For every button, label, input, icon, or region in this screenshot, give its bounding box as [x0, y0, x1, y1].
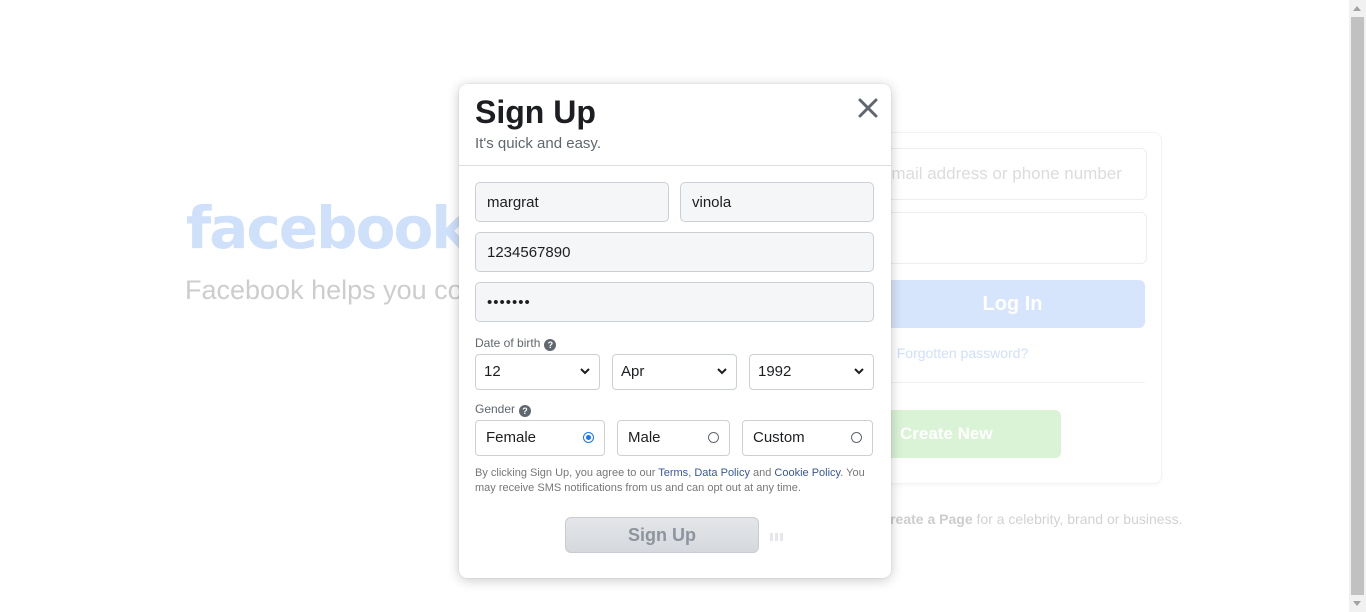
- loading-spinner-icon: [770, 533, 783, 541]
- terms-text: By clicking Sign Up, you agree to our Te…: [475, 466, 875, 496]
- create-page-link[interactable]: Create a Page: [880, 511, 973, 527]
- create-account-button[interactable]: Create New Account: [880, 410, 1061, 458]
- chevron-down-icon: [854, 368, 864, 375]
- data-policy-link[interactable]: Data Policy: [694, 467, 750, 479]
- chevron-down-icon: [580, 368, 590, 375]
- dob-year-select[interactable]: 1992: [749, 354, 874, 390]
- facebook-logo: facebook: [186, 194, 470, 262]
- tagline: Facebook helps you connect and share wit…: [185, 275, 485, 305]
- gender-option-label: Custom: [753, 429, 805, 446]
- radio-icon[interactable]: [708, 432, 719, 443]
- scroll-up-arrow-icon[interactable]: [1353, 6, 1361, 11]
- gender-option-custom[interactable]: Custom: [742, 420, 873, 456]
- modal-subtitle: It's quick and easy.: [475, 135, 601, 152]
- radio-icon[interactable]: [851, 432, 862, 443]
- terms-intro: By clicking Sign Up, you agree to our: [475, 467, 659, 479]
- gender-label: Gender?: [475, 402, 532, 417]
- surname-input[interactable]: [680, 182, 874, 222]
- close-icon[interactable]: [856, 96, 880, 120]
- login-button[interactable]: Log In: [880, 280, 1145, 328]
- signup-button[interactable]: Sign Up: [565, 517, 759, 553]
- first-name-input[interactable]: [475, 182, 669, 222]
- gender-option-female[interactable]: Female: [475, 420, 605, 456]
- chevron-down-icon: [717, 368, 727, 375]
- gender-option-label: Female: [486, 429, 537, 446]
- create-account-label: Create New Account: [900, 424, 993, 443]
- forgot-password-link[interactable]: Forgotten password?: [880, 345, 1045, 361]
- create-page-text: Create a Page for a celebrity, brand or …: [880, 511, 1182, 527]
- gender-label-text: Gender: [475, 402, 516, 416]
- radio-checked-icon[interactable]: [583, 432, 594, 443]
- dob-month-select[interactable]: Apr: [612, 354, 737, 390]
- modal-divider: [459, 165, 891, 166]
- gender-option-label: Male: [628, 429, 661, 446]
- scroll-down-arrow-icon[interactable]: [1353, 601, 1361, 606]
- scroll-thumb[interactable]: [1351, 17, 1364, 595]
- dob-day-value: 12: [484, 363, 501, 380]
- dob-label-text: Date of birth: [475, 336, 541, 350]
- help-icon[interactable]: ?: [544, 339, 557, 351]
- new-password-input[interactable]: [475, 282, 874, 322]
- mobile-input[interactable]: [475, 232, 874, 272]
- email-placeholder: Email address or phone number: [880, 164, 1122, 183]
- terms-and: and: [749, 467, 775, 479]
- scrollbar[interactable]: [1349, 0, 1366, 612]
- modal-title: Sign Up: [475, 94, 596, 130]
- dob-month-value: Apr: [621, 363, 645, 380]
- dob-day-select[interactable]: 12: [475, 354, 600, 390]
- signup-modal: Sign Up It's quick and easy. Date of bir…: [459, 84, 891, 578]
- gender-option-male[interactable]: Male: [617, 420, 730, 456]
- dob-year-value: 1992: [758, 363, 792, 380]
- terms-link[interactable]: Terms: [658, 467, 688, 479]
- divider: [880, 382, 1145, 383]
- dob-label: Date of birth?: [475, 336, 557, 351]
- cookie-policy-link[interactable]: Cookie Policy: [774, 467, 840, 479]
- create-page-suffix: for a celebrity, brand or business.: [972, 511, 1183, 527]
- password-field[interactable]: [880, 212, 1147, 264]
- help-icon[interactable]: ?: [519, 405, 532, 417]
